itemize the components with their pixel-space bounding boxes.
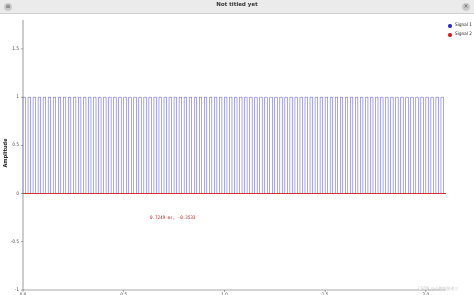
legend-entry-signal-1[interactable]: Signal 1 <box>448 22 474 30</box>
window-title: Not titled yet <box>216 2 258 8</box>
x-tick-label: 1.0 <box>221 291 228 295</box>
plot-area[interactable] <box>23 20 446 290</box>
close-icon[interactable]: × <box>462 3 470 11</box>
legend-swatch-signal-2 <box>448 33 452 37</box>
y-tick-label: -0.5 <box>10 238 19 244</box>
window-titlebar: ≡ Not titled yet × <box>0 0 474 14</box>
x-tick-label: 1.5 <box>321 291 329 295</box>
cursor-readout: 0.7249 ms, -0.3533 <box>150 215 196 220</box>
x-tick-label: 0.5 <box>120 291 128 295</box>
plot-canvas[interactable] <box>0 0 474 295</box>
y-tick-label: 0.5 <box>12 142 19 148</box>
x-tick-label: 0.0 <box>19 291 27 295</box>
watermark: CSDN @小鸭的张老三 <box>418 286 459 291</box>
legend[interactable]: Signal 1 Signal 2 <box>446 20 474 44</box>
y-tick-label: 1.5 <box>12 45 19 51</box>
legend-label-signal-2: Signal 2 <box>455 31 472 36</box>
legend-entry-signal-2[interactable]: Signal 2 <box>448 31 474 39</box>
y-tick-label: 0 <box>16 190 19 196</box>
legend-swatch-signal-1 <box>448 24 452 28</box>
x-tick-label: 2.0 <box>422 291 430 295</box>
legend-label-signal-1: Signal 1 <box>455 22 472 27</box>
y-tick-label: 1 <box>16 94 19 100</box>
